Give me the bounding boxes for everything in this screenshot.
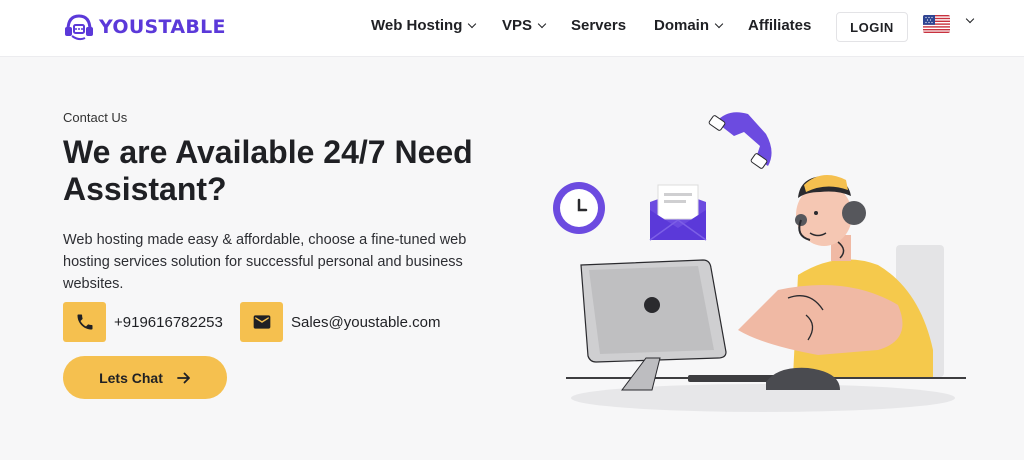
eyebrow-text: Contact Us	[63, 110, 128, 125]
nav-web-hosting-label: Web Hosting	[371, 17, 463, 34]
support-illustration	[553, 112, 966, 412]
nav-vps-label: VPS	[502, 17, 533, 34]
language-chevron-down-icon[interactable]	[965, 14, 975, 24]
page-title: We are Available 24/7 Need Assistant?	[63, 134, 473, 207]
nav-affiliates-label: Affiliates	[748, 17, 812, 34]
logo-icon	[65, 14, 93, 41]
chevron-down-icon	[714, 19, 724, 29]
nav-domain-label: Domain	[654, 17, 710, 34]
phone-icon	[63, 302, 106, 342]
lets-chat-label: Lets Chat	[99, 369, 163, 386]
nav-servers-label: Servers	[571, 17, 627, 34]
logo[interactable]: YOUSTABLE	[63, 10, 226, 44]
email-contact[interactable]: Sales@youstable.com	[240, 302, 440, 342]
nav-vps[interactable]: VPS	[502, 17, 547, 34]
hero-description: Web hosting made easy & affordable, choo…	[63, 232, 467, 292]
site-header: YOUSTABLE Web Hosting VPS Servers Domain…	[0, 0, 1024, 57]
email-address: Sales@youstable.com	[291, 313, 441, 331]
nav-affiliates[interactable]: Affiliates	[748, 17, 811, 34]
us-flag-icon[interactable]	[923, 15, 950, 33]
chevron-down-icon	[537, 19, 547, 29]
arrow-right-icon	[176, 372, 190, 383]
nav-domain[interactable]: Domain	[654, 17, 724, 34]
phone-number: +919616782253	[114, 313, 223, 331]
mail-icon	[240, 302, 283, 342]
lets-chat-button[interactable]: Lets Chat	[63, 356, 227, 399]
login-button[interactable]: LOGIN	[836, 12, 908, 42]
nav-servers[interactable]: Servers	[571, 17, 626, 34]
chevron-down-icon	[468, 19, 477, 29]
logo-text: YOUSTABLE	[99, 16, 226, 38]
nav-web-hosting[interactable]: Web Hosting	[371, 17, 477, 34]
phone-contact[interactable]: +919616782253	[63, 302, 223, 342]
